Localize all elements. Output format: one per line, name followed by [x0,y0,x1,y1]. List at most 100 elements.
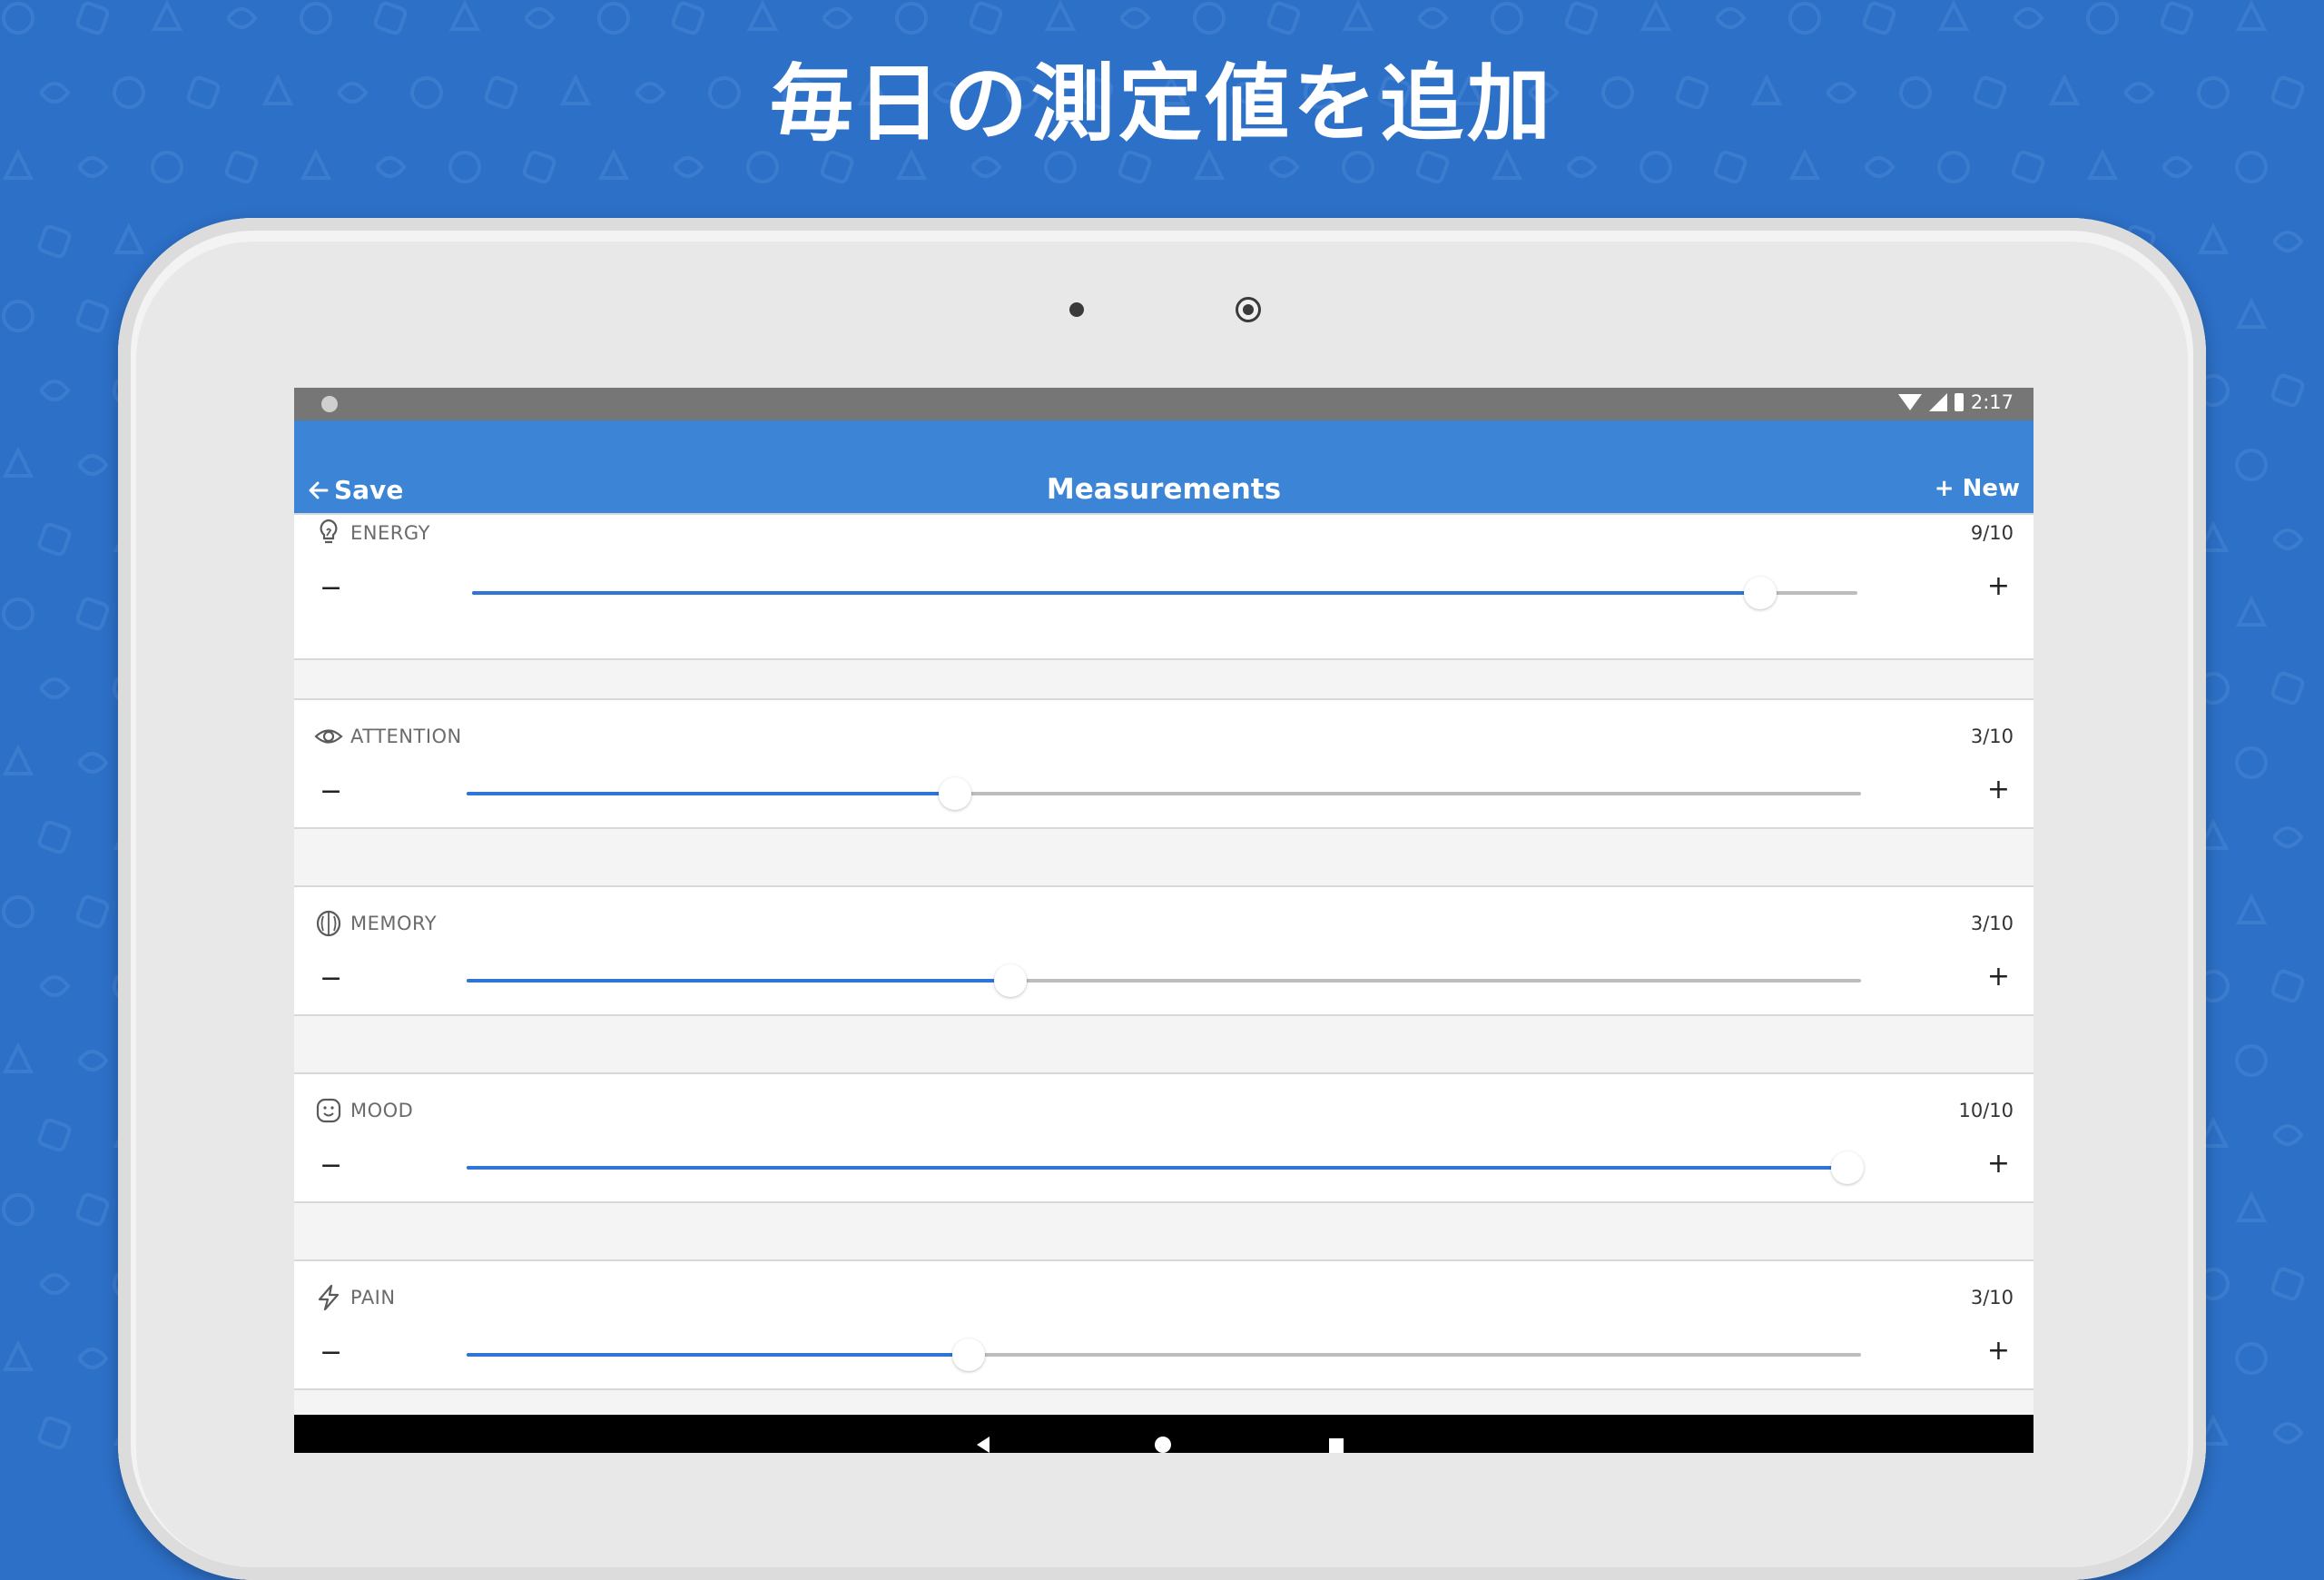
front-camera [1236,297,1261,322]
pattern-glyph [1564,1,1599,35]
pattern-glyph [2,1042,34,1073]
slider-fill [467,792,955,795]
pattern-glyph [2235,746,2268,779]
slider-fill [467,1353,969,1357]
pattern-glyph [77,752,109,774]
page-title: Measurements [1046,473,1282,506]
mood-slider[interactable] [467,1151,1864,1184]
pattern-glyph [2160,1,2194,35]
pattern-glyph [1266,1,1301,35]
measurement-card-pain: PAIN 3/10 − + [294,1259,2034,1390]
measurement-card-attention: ATTENTION 3/10 − + [294,698,2034,829]
slider-thumb[interactable] [938,777,971,810]
pattern-glyph [1342,0,1374,31]
pattern-glyph [226,7,258,29]
slider-thumb[interactable] [951,1338,985,1371]
increment-button[interactable]: + [1987,573,2010,600]
nav-home-icon[interactable] [1155,1437,1171,1453]
notification-dot-icon [321,396,338,412]
pattern-glyph [2270,969,2305,1003]
device-screen: 2:17 Save Measurements + New ENERGY 9/10… [294,388,2034,1453]
pattern-glyph [746,0,779,31]
pattern-glyph [2270,1267,2305,1301]
pattern-glyph [1640,0,1672,31]
energy-slider[interactable] [472,577,1857,609]
signal-icon [1928,393,1947,411]
increment-button[interactable]: + [1987,1150,2010,1178]
pattern-glyph [2,1339,34,1371]
decrement-button[interactable]: − [320,778,342,805]
pattern-glyph [37,224,72,259]
slider-thumb[interactable] [1744,577,1777,609]
pattern-glyph [2272,1124,2304,1146]
pattern-glyph [37,1118,72,1152]
pattern-glyph [2013,7,2044,29]
attention-slider[interactable] [467,777,1861,810]
increment-button[interactable]: + [1987,1338,2010,1365]
pattern-glyph [1044,0,1077,31]
slider-thumb[interactable] [994,964,1028,997]
slider-fill [467,979,1011,983]
measurement-label: PAIN [350,1287,396,1308]
pattern-glyph [1937,0,1970,31]
proximity-sensor [1069,302,1084,317]
nav-recents-icon[interactable] [1329,1438,1344,1453]
increment-button[interactable]: + [1987,776,2010,804]
nav-back-icon[interactable] [977,1437,990,1453]
measurement-value: 3/10 [1970,1287,2014,1308]
pattern-glyph [1864,156,1896,178]
decrement-button[interactable]: − [320,575,342,602]
slider-thumb[interactable] [1830,1151,1864,1184]
promo-headline: 毎日の測定値を追加 [769,55,1554,153]
pattern-glyph [1862,1,1896,35]
measurement-card-energy: ENERGY 9/10 − + [294,513,2034,660]
pattern-glyph [37,1416,72,1450]
pattern-glyph [1491,2,1523,35]
pattern-glyph [39,1273,71,1295]
pattern-glyph [1268,156,1300,178]
pain-slider[interactable] [467,1338,1861,1371]
pattern-glyph [2235,297,2268,329]
pattern-glyph [2270,373,2305,408]
pattern-glyph [2272,826,2304,848]
pattern-glyph [373,1,408,35]
decrement-button[interactable]: − [320,1339,342,1367]
pattern-glyph [2,300,34,332]
pattern-glyph [895,2,928,35]
wifi-icon [1897,394,1922,410]
pattern-glyph [2270,671,2305,706]
pattern-glyph [113,222,145,254]
pattern-glyph [39,380,71,401]
pattern-glyph [2,597,34,630]
pattern-glyph [2235,449,2268,481]
pattern-glyph [2,1193,34,1226]
pattern-glyph [1119,7,1151,29]
measurement-label: MEMORY [350,913,438,934]
pattern-glyph [2,2,34,35]
pattern-glyph [39,975,71,997]
pattern-glyph [2,446,34,478]
measurement-label: ATTENTION [350,726,462,747]
pattern-glyph [1193,2,1226,35]
brain-icon [316,910,341,937]
decrement-button[interactable]: − [320,965,342,992]
pattern-glyph [2235,595,2268,627]
pattern-glyph [2,744,34,775]
memory-slider[interactable] [467,964,1861,997]
pattern-glyph [75,1192,110,1227]
pattern-glyph [1788,2,1821,35]
pattern-glyph [1566,156,1598,178]
decrement-button[interactable]: − [320,1152,342,1180]
lightning-icon [318,1284,340,1311]
pattern-glyph [2272,231,2304,252]
pattern-glyph [75,299,110,333]
pattern-glyph [2235,1190,2268,1222]
pattern-glyph [2086,2,2119,35]
measurement-label: ENERGY [350,522,430,544]
new-measurement-button[interactable]: + New [1935,475,2020,502]
pattern-glyph [77,1348,109,1369]
increment-button[interactable]: + [1987,963,2010,991]
pattern-glyph [969,1,1003,35]
pattern-glyph [75,597,110,631]
pattern-glyph [375,156,407,178]
